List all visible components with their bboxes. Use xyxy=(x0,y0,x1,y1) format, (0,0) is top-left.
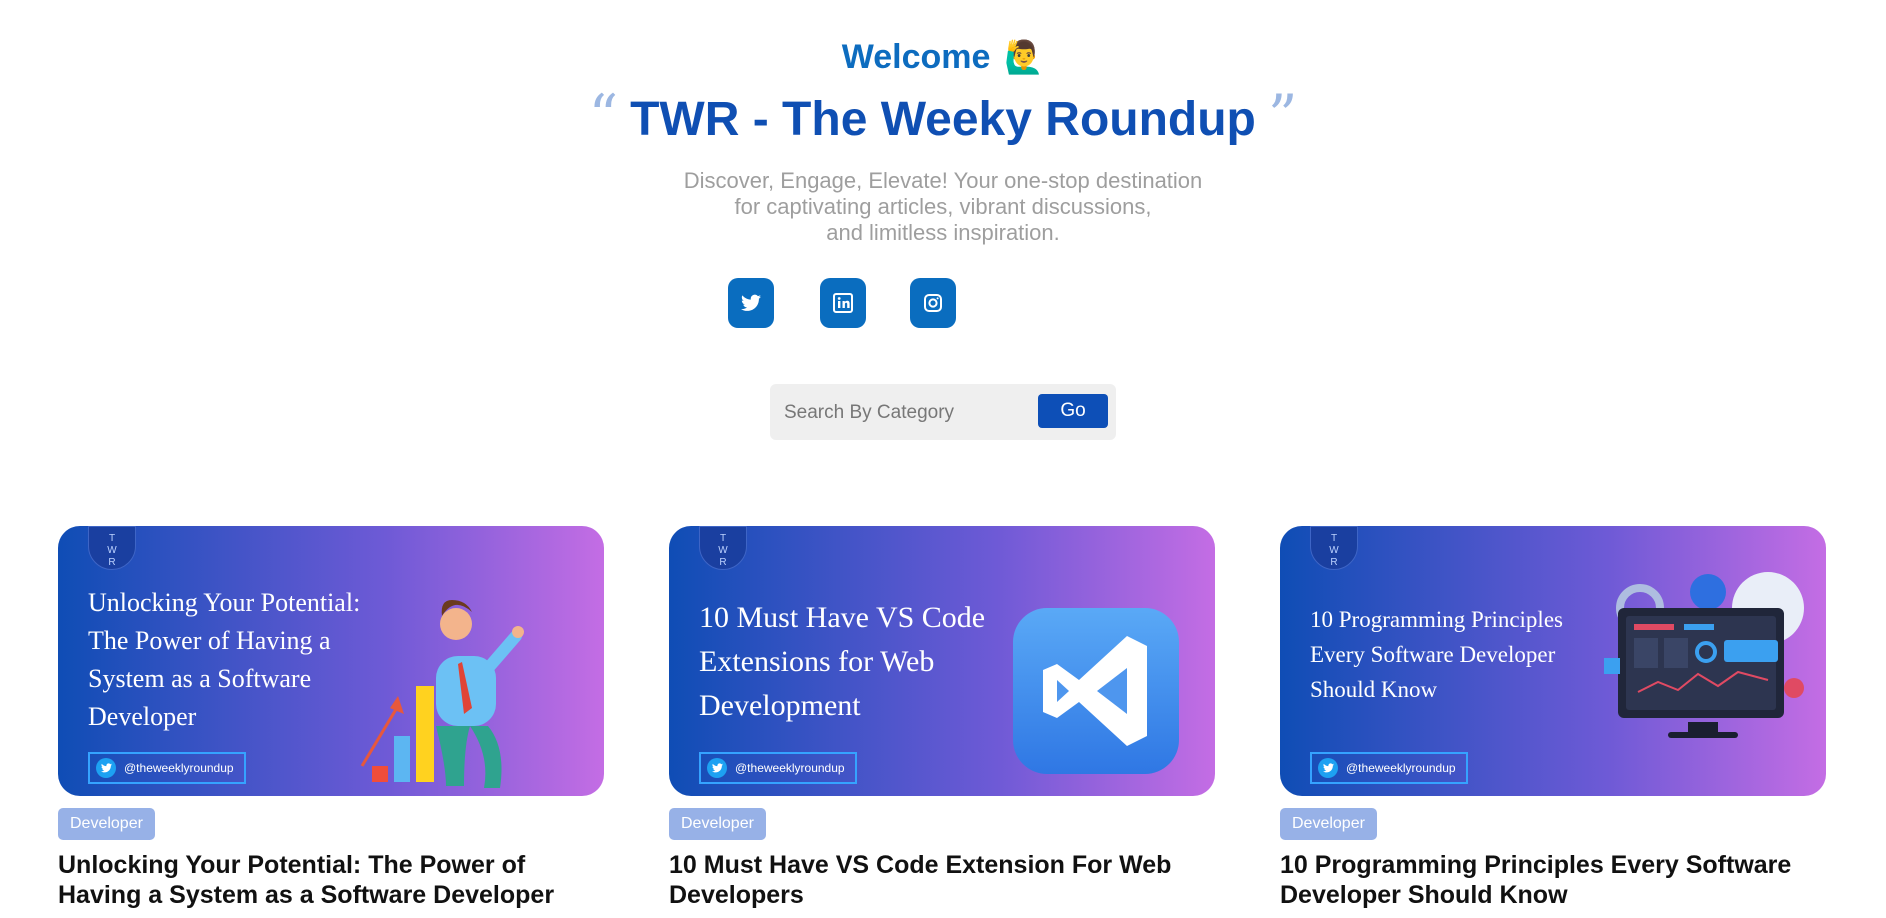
twitter-button[interactable] xyxy=(728,278,774,328)
twr-logo: TWR xyxy=(1310,526,1358,570)
twr-logo: TWR xyxy=(88,526,136,570)
twitter-handle: @theweeklyroundup xyxy=(88,752,246,784)
thumbnail-heading: 10 Must Have VS Code Extensions for Web … xyxy=(699,601,986,722)
site-title: TWR - The Weeky Roundup xyxy=(630,93,1256,146)
twitter-handle: @theweeklyroundup xyxy=(1310,752,1468,784)
open-quote-icon: “ xyxy=(588,82,619,150)
category-search: Go xyxy=(770,384,1116,440)
article-card[interactable]: TWR 10 Must Have VS Code Extensions for … xyxy=(669,526,1215,909)
instagram-button[interactable] xyxy=(910,278,956,328)
thumbnail-heading: Unlocking Your Potential: The Power of H… xyxy=(88,588,361,731)
thumbnail-heading: 10 Programming Principles Every Software… xyxy=(1310,607,1563,702)
go-button[interactable]: Go xyxy=(1038,394,1108,428)
linkedin-icon xyxy=(833,293,853,313)
category-badge[interactable]: Developer xyxy=(669,808,766,840)
article-thumbnail[interactable]: TWR 10 Programming Principles Every Soft… xyxy=(1280,526,1826,796)
twitter-icon xyxy=(707,758,727,778)
welcome-text: Welcome xyxy=(841,38,991,76)
welcome-heading: Welcome 🙋‍♂️ xyxy=(0,38,1886,77)
dashboard-illustration xyxy=(1604,572,1804,738)
vscode-logo-icon xyxy=(1013,608,1179,774)
article-title[interactable]: 10 Programming Principles Every Software… xyxy=(1280,850,1826,910)
close-quote-icon: ” xyxy=(1267,82,1298,150)
linkedin-button[interactable] xyxy=(820,278,866,328)
twitter-handle: @theweeklyroundup xyxy=(699,752,857,784)
developer-illustration xyxy=(360,600,524,788)
article-thumbnail[interactable]: TWR 10 Must Have VS Code Extensions for … xyxy=(669,526,1215,796)
site-title-row: “TWR - The Weeky Roundup” xyxy=(0,87,1886,147)
tagline: Discover, Engage, Elevate! Your one-stop… xyxy=(0,168,1886,246)
article-card[interactable]: TWR Unlocking Your Potential: The Power … xyxy=(58,526,604,909)
twitter-icon xyxy=(96,758,116,778)
hero-section: Welcome 🙋‍♂️ “TWR - The Weeky Roundup” Di… xyxy=(0,0,1886,480)
article-thumbnail[interactable]: TWR Unlocking Your Potential: The Power … xyxy=(58,526,604,796)
handle-text: @theweeklyroundup xyxy=(124,761,234,775)
tagline-line: Discover, Engage, Elevate! Your one-stop… xyxy=(683,168,1203,193)
handle-text: @theweeklyroundup xyxy=(735,761,845,775)
search-input[interactable] xyxy=(782,396,1046,430)
twitter-icon xyxy=(1318,758,1338,778)
category-badge[interactable]: Developer xyxy=(58,808,155,840)
category-badge[interactable]: Developer xyxy=(1280,808,1377,840)
tagline-line: for captivating articles, vibrant discus… xyxy=(734,194,1152,219)
article-title[interactable]: Unlocking Your Potential: The Power of H… xyxy=(58,850,604,910)
instagram-icon xyxy=(924,294,942,312)
handle-text: @theweeklyroundup xyxy=(1346,761,1456,775)
tagline-line: and limitless inspiration. xyxy=(826,220,1060,245)
twitter-icon xyxy=(741,294,761,311)
article-title[interactable]: 10 Must Have VS Code Extension For Web D… xyxy=(669,850,1215,910)
raised-hand-icon: 🙋‍♂️ xyxy=(1004,39,1045,75)
twr-logo: TWR xyxy=(699,526,747,570)
article-card[interactable]: TWR 10 Programming Principles Every Soft… xyxy=(1280,526,1826,909)
